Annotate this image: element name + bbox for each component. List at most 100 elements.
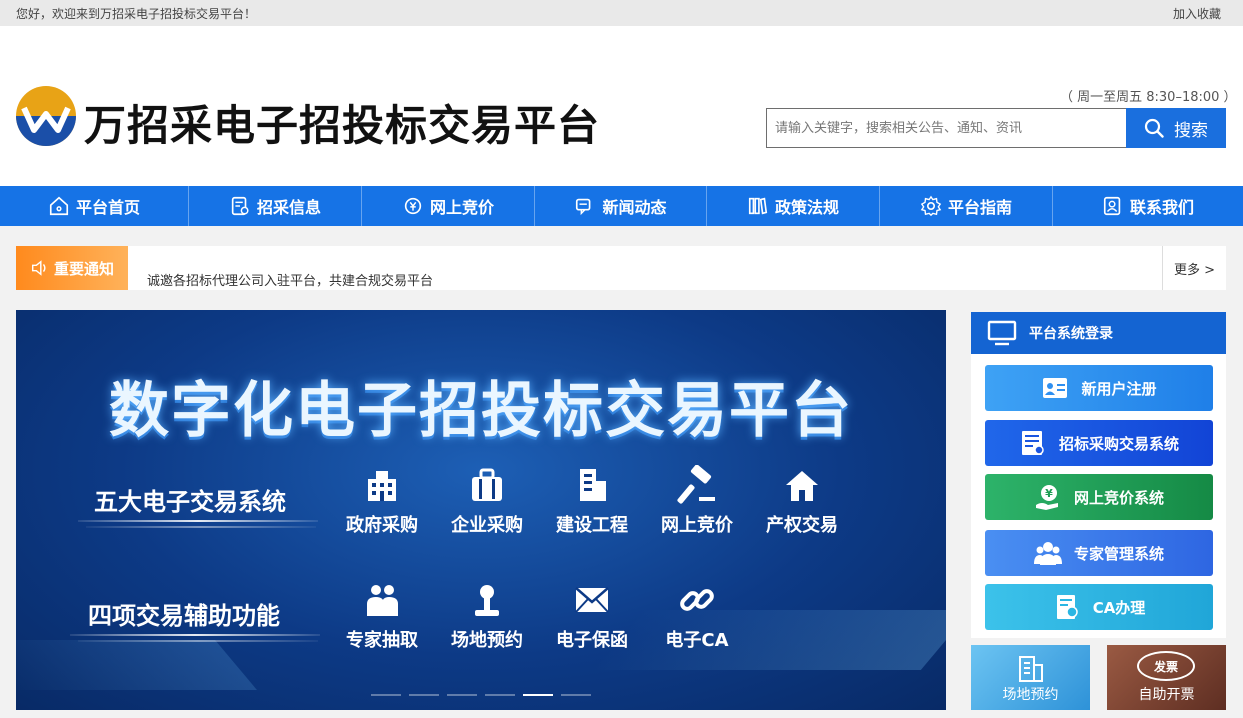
bidding-system-label: 网上竞价系统 — [1073, 488, 1164, 507]
feature-label: 企业采购 — [451, 515, 523, 536]
nav-news[interactable]: 新闻动态 — [535, 186, 707, 226]
nav-online-bidding[interactable]: 网上竞价 — [362, 186, 535, 226]
service-hours: （ 周一至周五 8:30–18:00 ） — [1060, 90, 1237, 105]
feature-label: 建设工程 — [556, 515, 628, 536]
feature-label: 政府采购 — [346, 515, 418, 536]
expert-system-label: 专家管理系统 — [1073, 544, 1164, 563]
group-underline — [70, 634, 320, 636]
notice-tag-label: 重要通知 — [53, 259, 114, 278]
books-icon — [748, 197, 768, 215]
feature-label: 电子保函 — [556, 630, 628, 651]
location-pin-icon — [475, 585, 499, 616]
construction-building-icon — [580, 469, 606, 501]
document-icon — [231, 196, 249, 216]
group-underline — [78, 640, 318, 642]
tender-system-label: 招标采购交易系统 — [1058, 434, 1179, 453]
home-icon — [49, 196, 69, 216]
nav-guide[interactable]: 平台指南 — [880, 186, 1053, 226]
self-invoice-tile[interactable]: 发票 自助开票 — [1107, 645, 1226, 710]
feature-expert-selection[interactable]: 专家抽取 — [332, 580, 432, 652]
document-list-icon — [1021, 431, 1044, 455]
certificate-icon — [1056, 595, 1078, 619]
feature-label: 网上竞价 — [661, 515, 733, 536]
add-favorite-link[interactable]: 加入收藏 — [1173, 5, 1221, 22]
chat-icon — [576, 198, 591, 216]
tender-system-button[interactable]: 招标采购交易系统 — [985, 420, 1213, 466]
feature-e-guarantee[interactable]: 电子保函 — [542, 580, 642, 652]
carousel-indicators — [371, 694, 591, 696]
expert-system-button[interactable]: 专家管理系统 — [985, 530, 1213, 576]
group-underline — [78, 520, 318, 522]
carousel-dot-active[interactable] — [523, 694, 553, 696]
nav-label: 招采信息 — [256, 198, 321, 217]
envelope-icon — [575, 587, 609, 613]
panel-header: 平台系统登录 — [971, 312, 1226, 354]
svg-text:¥: ¥ — [1045, 487, 1053, 500]
group-underline — [86, 526, 316, 528]
banner-light-streak — [590, 610, 946, 670]
nav-label: 平台指南 — [947, 198, 1012, 217]
invoice-stamp-icon: 发票 — [1137, 651, 1195, 681]
briefcase-icon — [472, 468, 502, 501]
nav-home[interactable]: 平台首页 — [0, 186, 189, 226]
feature-construction[interactable]: 建设工程 — [542, 465, 642, 537]
feature-government-procurement[interactable]: 政府采购 — [332, 465, 432, 537]
monitor-icon — [987, 320, 1017, 346]
banner-light-streak — [16, 640, 257, 690]
top-bar: 您好，欢迎来到万招采电子招投标交易平台！ 加入收藏 — [0, 0, 1243, 26]
nav-policies[interactable]: 政策法规 — [707, 186, 880, 226]
banner-group-label: 四项交易辅助功能 — [88, 602, 280, 630]
search-icon — [1144, 118, 1164, 138]
site-logo-icon[interactable] — [14, 84, 78, 148]
venue-booking-label: 场地预约 — [1002, 687, 1059, 703]
building-icon — [368, 471, 396, 501]
money-hand-icon: ¥ — [1035, 485, 1058, 510]
welcome-text: 您好，欢迎来到万招采电子招投标交易平台！ — [16, 7, 257, 21]
carousel-dot[interactable] — [561, 694, 591, 696]
feature-label: 专家抽取 — [346, 630, 418, 651]
nav-label: 联系我们 — [1129, 198, 1194, 217]
venue-booking-tile[interactable]: 场地预约 — [971, 645, 1090, 710]
carousel-dot[interactable] — [485, 694, 515, 696]
people-icon — [367, 585, 398, 616]
search-button-label: 搜索 — [1174, 120, 1208, 141]
search-input[interactable] — [766, 108, 1126, 148]
hero-banner[interactable]: 数字化电子招投标交易平台 五大电子交易系统 四项交易辅助功能 政府采购 企业采购… — [16, 310, 946, 710]
ca-service-button[interactable]: CA办理 — [985, 584, 1213, 630]
feature-e-ca[interactable]: 电子CA — [647, 580, 747, 652]
feature-label: 电子CA — [665, 630, 729, 651]
id-card-icon — [1043, 378, 1068, 398]
contact-icon — [1103, 196, 1121, 216]
system-login-panel: 平台系统登录 新用户注册 招标采购交易系统 ¥ 网上竞价系统 专家管理系统 CA… — [971, 312, 1226, 638]
feature-label: 场地预约 — [451, 630, 523, 651]
notice-tag: 重要通知 — [16, 246, 128, 290]
nav-procurement-info[interactable]: 招采信息 — [189, 186, 362, 226]
banner-title: 数字化电子招投标交易平台 — [109, 376, 853, 446]
nav-label: 网上竞价 — [429, 198, 494, 217]
carousel-dot[interactable] — [409, 694, 439, 696]
carousel-dot[interactable] — [371, 694, 401, 696]
site-header: 万招采电子招投标交易平台 （ 周一至周五 8:30–18:00 ） 搜索 — [0, 26, 1243, 186]
nav-label: 新闻动态 — [602, 198, 667, 217]
ca-service-label: CA办理 — [1092, 598, 1146, 617]
auction-icon — [404, 197, 422, 215]
register-button[interactable]: 新用户注册 — [985, 365, 1213, 411]
main-nav: 平台首页 招采信息 网上竞价 新闻动态 政策法规 平台指南 联系我们 — [0, 186, 1243, 226]
nav-label: 政策法规 — [774, 198, 839, 217]
feature-property-trading[interactable]: 产权交易 — [752, 465, 852, 537]
notice-text[interactable]: 诚邀各招标代理公司入驻平台，共建合规交易平台 — [147, 270, 433, 289]
banner-group-label: 五大电子交易系统 — [94, 488, 286, 516]
expert-group-icon — [1033, 542, 1062, 565]
house-icon — [786, 471, 818, 501]
bidding-system-button[interactable]: ¥ 网上竞价系统 — [985, 474, 1213, 520]
panel-title: 平台系统登录 — [1029, 326, 1113, 342]
notice-more-link[interactable]: 更多 > — [1162, 246, 1226, 290]
nav-contact[interactable]: 联系我们 — [1053, 186, 1243, 226]
carousel-dot[interactable] — [447, 694, 477, 696]
feature-online-bidding[interactable]: 网上竞价 — [647, 465, 747, 537]
feature-enterprise-procurement[interactable]: 企业采购 — [437, 465, 537, 537]
site-name: 万招采电子招投标交易平台 — [84, 101, 601, 150]
nav-label: 平台首页 — [75, 198, 140, 217]
search-button[interactable]: 搜索 — [1126, 108, 1226, 148]
feature-venue-booking[interactable]: 场地预约 — [437, 580, 537, 652]
